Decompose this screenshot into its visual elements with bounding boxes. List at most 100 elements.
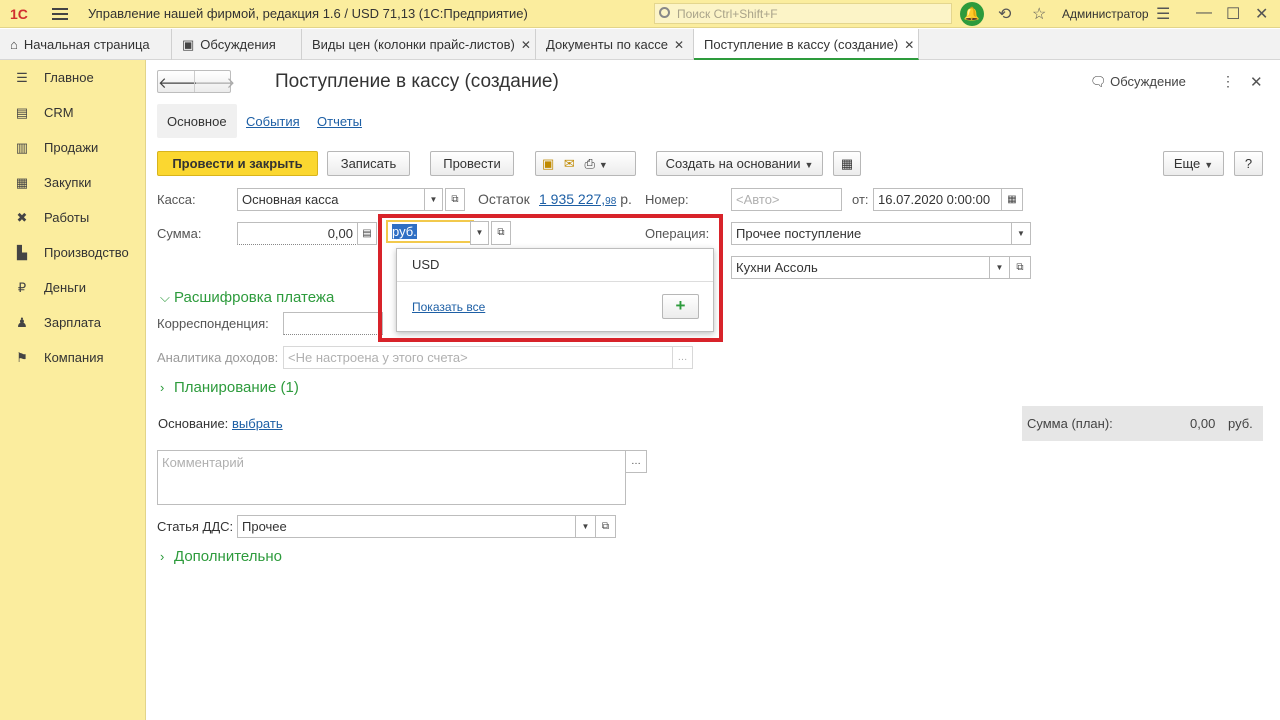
forward-icon[interactable]: 🡒 <box>195 73 235 92</box>
balance-label: Остаток <box>478 191 530 207</box>
analytics-label: Аналитика доходов: <box>157 350 279 365</box>
contacts-icon: ▤ <box>15 105 29 120</box>
tab-bar: ⌂ Начальная страница ▣ Обсуждения Виды цен… <box>0 29 1280 60</box>
counterparty-field[interactable]: Кухни Ассоль <box>731 256 990 279</box>
post-button[interactable]: Провести <box>430 151 514 176</box>
dds-label: Статья ДДС: <box>157 519 234 534</box>
plan-sum-panel: Сумма (план): 0,00 руб. <box>1022 406 1263 441</box>
help-button[interactable]: ? <box>1234 151 1263 176</box>
sidebar-item-salary[interactable]: ♟ Зарплата <box>0 310 146 340</box>
close-icon[interactable]: ✕ <box>521 38 531 52</box>
sidebar-item-production[interactable]: ▙ Производство <box>0 240 146 270</box>
open-icon[interactable]: ⧉ <box>445 188 465 211</box>
chevron-down-icon[interactable]: ▼ <box>599 160 608 170</box>
expand-comment-icon[interactable]: … <box>625 450 647 473</box>
payment-section[interactable]: ⌵ Расшифровка платежа <box>160 289 334 306</box>
structure-icon[interactable]: ▦ <box>833 151 861 176</box>
chevron-down-icon[interactable]: ▼ <box>575 515 596 538</box>
people-icon: ♟ <box>16 315 28 330</box>
close-window-icon[interactable]: ✕ <box>1255 4 1268 24</box>
operation-field[interactable]: Прочее поступление <box>731 222 1012 245</box>
create-based-on-button[interactable]: Создать на основании ▼ <box>656 151 823 176</box>
email-icon[interactable]: ✉ <box>564 156 575 171</box>
kassa-field[interactable]: Основная касса <box>237 188 425 211</box>
settings-menu-icon[interactable]: ☰ <box>1156 4 1170 24</box>
title-bar: 1С Управление нашей фирмой, редакция 1.6… <box>0 0 1280 28</box>
chevron-down-icon[interactable]: ▼ <box>1011 222 1031 245</box>
chevron-down-icon[interactable]: ▼ <box>424 188 443 211</box>
more-options-icon[interactable]: ⋮ <box>1221 73 1235 90</box>
favorites-icon[interactable]: ☆ <box>1032 4 1046 24</box>
document-icon[interactable]: ▣ <box>542 156 554 171</box>
balance-value[interactable]: 1 935 227,98 р. <box>539 191 632 207</box>
sum-label: Сумма: <box>157 226 202 241</box>
sidebar-item-crm[interactable]: ▤ CRM <box>0 100 146 130</box>
sidebar-item-money[interactable]: ₽ Деньги <box>0 275 146 305</box>
chevron-right-icon: › <box>160 380 165 395</box>
tab-price-types[interactable]: Виды цен (колонки прайс-листов) ✕ <box>302 29 536 60</box>
sidebar-item-company[interactable]: ⚑ Компания <box>0 345 146 375</box>
minimize-icon[interactable]: — <box>1196 4 1212 22</box>
chevron-down-icon[interactable]: ▼ <box>989 256 1010 279</box>
open-icon[interactable]: ⧉ <box>595 515 616 538</box>
app-title: Управление нашей фирмой, редакция 1.6 / … <box>88 6 528 21</box>
comment-field[interactable]: Комментарий <box>157 450 626 505</box>
tab-cash-receipt[interactable]: Поступление в кассу (создание) ✕ <box>694 29 919 60</box>
tab-discussions[interactable]: ▣ Обсуждения <box>172 29 302 60</box>
tab-cash-documents[interactable]: Документы по кассе ✕ <box>536 29 694 60</box>
discussion-button[interactable]: 🗨 Обсуждение <box>1090 74 1186 90</box>
search-icon <box>659 7 670 18</box>
cart-icon: ▦ <box>15 175 29 190</box>
more-button[interactable]: Еще ▼ <box>1163 151 1224 176</box>
sidebar-item-main[interactable]: ☰ Главное <box>0 65 146 95</box>
list-icon: ☰ <box>16 70 28 85</box>
number-label: Номер: <box>645 192 689 207</box>
tab-home[interactable]: ⌂ Начальная страница <box>0 29 172 60</box>
planning-section[interactable]: › Планирование (1) <box>160 379 299 396</box>
sidebar-item-sales[interactable]: ▥ Продажи <box>0 135 146 165</box>
basis-select-link[interactable]: выбрать <box>232 416 283 431</box>
back-icon[interactable]: 🡐 <box>158 73 198 92</box>
chat-icon: ▣ <box>182 37 195 52</box>
close-icon[interactable]: ✕ <box>904 38 914 52</box>
analytics-field: <Не настроена у этого счета> <box>283 346 673 369</box>
factory-icon: ▙ <box>17 245 27 260</box>
close-form-icon[interactable]: ✕ <box>1250 73 1263 91</box>
save-button[interactable]: Записать <box>327 151 410 176</box>
maximize-icon[interactable]: ☐ <box>1226 4 1240 24</box>
open-icon[interactable]: ⧉ <box>1009 256 1031 279</box>
calendar-icon[interactable]: ▦ <box>1001 188 1023 211</box>
tab-events[interactable]: События <box>246 104 300 138</box>
menu-icon[interactable] <box>52 5 68 21</box>
notifications-icon[interactable]: 🔔 <box>960 2 984 26</box>
additional-section[interactable]: › Дополнительно <box>160 548 282 565</box>
post-and-close-button[interactable]: Провести и закрыть <box>157 151 318 176</box>
user-name[interactable]: Администратор <box>1062 7 1149 21</box>
close-icon[interactable]: ✕ <box>674 38 684 52</box>
number-field[interactable]: <Авто> <box>731 188 842 211</box>
plan-sum-label: Сумма (план): <box>1027 416 1113 431</box>
print-icon[interactable]: ⎙ <box>584 156 594 171</box>
corr-label: Корреспонденция: <box>157 316 269 331</box>
sidebar-item-purchases[interactable]: ▦ Закупки <box>0 170 146 200</box>
history-icon[interactable]: ⟲ <box>998 4 1011 24</box>
tools-icon: ✖ <box>16 210 28 225</box>
date-field[interactable]: 16.07.2020 0:00:00 <box>873 188 1002 211</box>
search-placeholder: Поиск Ctrl+Shift+F <box>677 7 778 21</box>
search-input[interactable]: Поиск Ctrl+Shift+F <box>654 3 952 24</box>
tab-reports[interactable]: Отчеты <box>317 104 362 138</box>
calculator-icon[interactable]: ▤ <box>357 222 377 245</box>
chevron-down-icon: ▼ <box>804 160 814 170</box>
page-title: Поступление в кассу (создание) <box>275 71 559 92</box>
chevron-down-icon: ⌵ <box>160 290 170 305</box>
form-content: 🡐 🡒 Поступление в кассу (создание) 🗨 Обс… <box>146 60 1280 720</box>
tab-main[interactable]: Основное <box>157 104 237 138</box>
corr-field[interactable] <box>283 312 383 335</box>
kassa-label: Касса: <box>157 192 196 207</box>
sidebar-item-works[interactable]: ✖ Работы <box>0 205 146 235</box>
ruble-icon: ₽ <box>17 280 27 295</box>
sum-field[interactable]: 0,00 <box>237 222 358 245</box>
date-label: от: <box>852 192 869 207</box>
select-icon: … <box>672 346 693 369</box>
dds-field[interactable]: Прочее <box>237 515 576 538</box>
